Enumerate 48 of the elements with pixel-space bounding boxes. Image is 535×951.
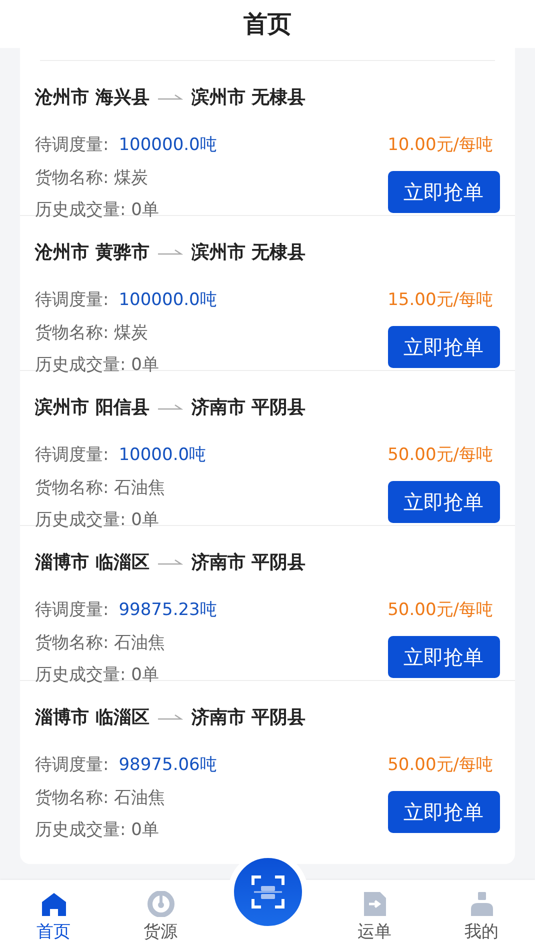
goods-text: 货物名称: 石油焦 [35,632,166,654]
history-text: 历史成交量: 0单 [35,818,160,842]
history-text: 历史成交量: 0单 [35,198,160,222]
tab-item[interactable]: 我的 [428,880,535,951]
quantity-value: 100000.0吨 [118,134,217,156]
goods-text: 货物名称: 煤炭 [35,166,150,190]
destination-text: 济南市 平阴县 [191,551,306,574]
grab-order-button[interactable]: 立即抢单 [388,326,500,368]
goods-text: 货物名称: 煤炭 [35,322,150,344]
price-text: 50.00元/每吨 [388,754,494,776]
price-text: 50.00元/每吨 [388,598,494,620]
page-title: 首页 [244,9,292,40]
tab-item[interactable]: 首页 [0,880,107,951]
destination-text: 济南市 平阴县 [191,396,306,419]
quantity-label: 待调度量: [35,134,109,156]
scan-icon [250,875,284,909]
tab-item[interactable]: 货源 [107,880,214,951]
price-text: 15.00元/每吨 [388,288,494,310]
destination-text: 滨州市 无棣县 [191,86,306,109]
origin-text: 沧州市 海兴县 [35,86,150,109]
price-text: 10.00元/每吨 [388,134,494,156]
quantity-value: 100000.0吨 [118,288,217,310]
quantity-value: 10000.0吨 [118,444,206,466]
origin-text: 淄博市 临淄区 [35,706,150,729]
home-icon [40,891,68,917]
destination-text: 滨州市 无棣县 [191,241,306,264]
quantity-label: 待调度量: [35,444,109,466]
quantity-value: 98975.06吨 [118,754,217,776]
grab-order-button[interactable]: 立即抢单 [388,171,500,213]
history-text: 历史成交量: 0单 [35,508,160,532]
quantity-label: 待调度量: [35,598,109,620]
origin-text: 沧州市 黄骅市 [35,241,150,264]
goods-text: 货物名称: 石油焦 [35,476,166,500]
origin-text: 滨州市 阳信县 [35,396,150,419]
destination-text: 济南市 平阴县 [191,706,306,729]
origin-text: 淄博市 临淄区 [35,551,150,574]
goods-text: 货物名称: 石油焦 [35,786,166,810]
history-text: 历史成交量: 0单 [35,354,160,376]
tab-item[interactable]: 运单 [321,880,428,951]
history-text: 历史成交量: 0单 [35,664,160,686]
quantity-label: 待调度量: [35,754,109,776]
quantity-value: 99875.23吨 [118,598,217,620]
grab-order-button[interactable]: 立即抢单 [388,481,500,523]
quantity-label: 待调度量: [35,288,109,310]
grab-order-button[interactable]: 立即抢单 [388,636,500,678]
power-icon [146,891,174,917]
price-text: 50.00元/每吨 [388,444,494,466]
grab-order-button[interactable]: 立即抢单 [388,791,500,833]
